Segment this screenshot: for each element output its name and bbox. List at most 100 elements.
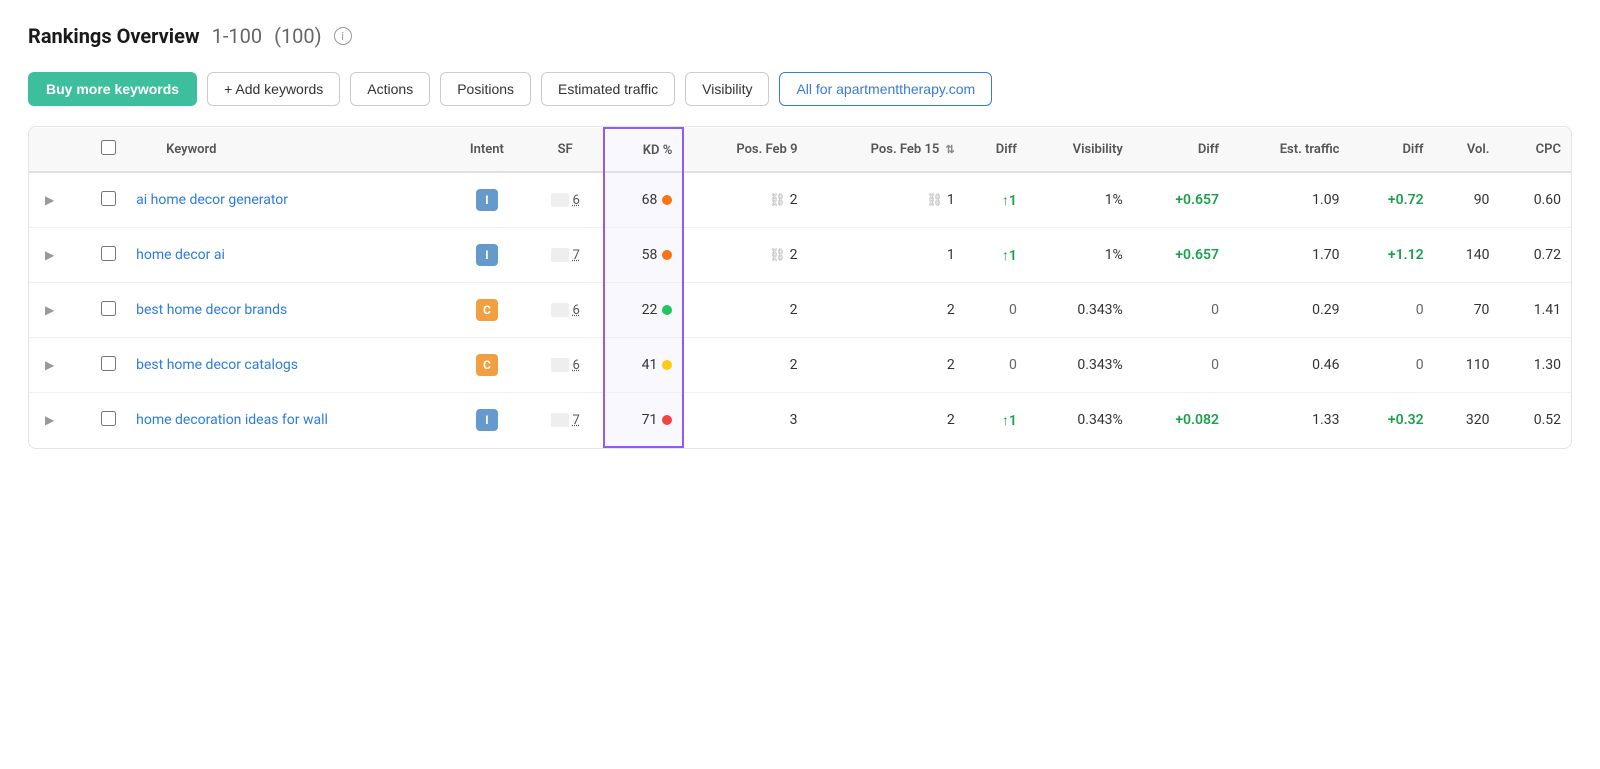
row-est-diff-cell: 0 — [1349, 283, 1433, 338]
col-sf-header: SF — [528, 128, 604, 172]
row-cpc-cell: 1.41 — [1499, 283, 1571, 338]
row-est-diff-cell: +1.12 — [1349, 228, 1433, 283]
row-vol-cell: 70 — [1434, 283, 1500, 338]
row-expander-cell: ▶ — [29, 172, 70, 228]
pos-feb9: 3 — [694, 412, 797, 428]
kd-value: 58 — [642, 247, 658, 263]
pos-feb15-value: 2 — [947, 412, 955, 428]
row-vol-cell: 140 — [1434, 228, 1500, 283]
row-checkbox[interactable] — [101, 301, 116, 316]
row-intent-cell: I — [446, 228, 528, 283]
vis-diff-value: 0 — [1211, 357, 1219, 373]
row-checkbox[interactable] — [101, 191, 116, 206]
kd-value: 41 — [642, 357, 658, 373]
row-expander-icon[interactable]: ▶ — [39, 248, 60, 262]
sort-icon[interactable]: ⇅ — [946, 143, 955, 156]
sf-cell: 6 — [538, 358, 593, 373]
row-pos-feb9-cell: ⛓ 2 — [683, 228, 807, 283]
sf-icon — [551, 193, 569, 207]
sf-icon — [551, 248, 569, 262]
row-checkbox[interactable] — [101, 246, 116, 261]
keyword-link[interactable]: home decor ai — [136, 247, 225, 263]
pos-feb9: ⛓ 2 — [694, 192, 797, 208]
visibility-value: 0.343% — [1077, 412, 1122, 428]
intent-badge: I — [476, 244, 498, 266]
row-checkbox[interactable] — [101, 411, 116, 426]
page-title: Rankings Overview — [28, 24, 200, 48]
row-keyword-cell: home decor ai — [126, 228, 446, 283]
vol-value: 110 — [1466, 357, 1490, 373]
row-expander-cell: ▶ — [29, 283, 70, 338]
kd-cell: 68 — [615, 192, 673, 208]
row-pos-feb9-cell: ⛓ 2 — [683, 172, 807, 228]
row-expander-cell: ▶ — [29, 393, 70, 448]
row-est-diff-cell: +0.32 — [1349, 393, 1433, 448]
pos-diff: ↑1 — [1002, 413, 1017, 429]
sf-number: 6 — [573, 303, 580, 318]
visibility-value: 1% — [1105, 192, 1123, 208]
sf-cell: 6 — [538, 193, 593, 208]
row-intent-cell: I — [446, 393, 528, 448]
row-kd-cell: 68 — [604, 172, 684, 228]
intent-badge: C — [476, 299, 498, 321]
row-pos-feb15-cell: ⛓ 1 — [808, 172, 965, 228]
tab-positions[interactable]: Positions — [440, 72, 531, 106]
sf-icon — [551, 413, 569, 427]
col-est-traffic-header: Est. traffic — [1229, 128, 1349, 172]
row-checkbox-cell — [70, 393, 126, 448]
row-expander-icon[interactable]: ▶ — [39, 358, 60, 372]
rankings-table-container: Keyword Intent SF KD % Pos. Feb 9 Pos. F… — [28, 126, 1572, 449]
row-checkbox[interactable] — [101, 356, 116, 371]
col-pos-feb9-header: Pos. Feb 9 — [683, 128, 807, 172]
pos-feb15: 2 — [818, 412, 955, 428]
vol-value: 140 — [1466, 247, 1490, 263]
row-diff1-cell: ↑1 — [965, 393, 1027, 448]
row-expander-icon[interactable]: ▶ — [39, 193, 60, 207]
est-diff-value: 0 — [1416, 302, 1424, 318]
chain-icon2: ⛓ — [926, 193, 943, 208]
row-checkbox-cell — [70, 283, 126, 338]
buy-keywords-button[interactable]: Buy more keywords — [28, 72, 197, 106]
actions-button[interactable]: Actions — [350, 72, 430, 106]
row-vol-cell: 320 — [1434, 393, 1500, 448]
visibility-value: 1% — [1105, 247, 1123, 263]
row-est-diff-cell: +0.72 — [1349, 172, 1433, 228]
row-est-diff-cell: 0 — [1349, 338, 1433, 393]
vis-diff-value: +0.657 — [1175, 247, 1219, 263]
rankings-table: Keyword Intent SF KD % Pos. Feb 9 Pos. F… — [29, 127, 1571, 448]
col-vis-diff-header: Diff — [1133, 128, 1229, 172]
keyword-link[interactable]: home decoration ideas for wall — [136, 412, 328, 428]
pos-diff: ↑1 — [1002, 193, 1017, 209]
table-row: ▶ home decoration ideas for wall I 7 71 — [29, 393, 1571, 448]
table-row: ▶ home decor ai I 7 58 ⛓ 2 — [29, 228, 1571, 283]
keyword-link[interactable]: ai home decor generator — [136, 192, 288, 208]
row-cpc-cell: 0.52 — [1499, 393, 1571, 448]
tab-domain-filter[interactable]: All for apartmenttherapy.com — [779, 72, 992, 106]
keyword-link[interactable]: best home decor catalogs — [136, 357, 298, 373]
sf-icon — [551, 358, 569, 372]
pos-feb9: 2 — [694, 302, 797, 318]
table-row: ▶ ai home decor generator I 6 68 ⛓ 2 — [29, 172, 1571, 228]
select-all-checkbox[interactable] — [101, 140, 116, 155]
info-icon[interactable]: i — [334, 27, 352, 45]
visibility-value: 0.343% — [1077, 302, 1122, 318]
row-expander-icon[interactable]: ▶ — [39, 303, 60, 317]
keyword-link[interactable]: best home decor brands — [136, 302, 287, 318]
pos-feb9-value: 2 — [790, 357, 798, 373]
row-vis-diff-cell: +0.657 — [1133, 172, 1229, 228]
row-intent-cell: I — [446, 172, 528, 228]
row-est-traffic-cell: 0.29 — [1229, 283, 1349, 338]
pos-feb15: 1 — [818, 247, 955, 263]
tab-estimated-traffic[interactable]: Estimated traffic — [541, 72, 675, 106]
tab-visibility[interactable]: Visibility — [685, 72, 769, 106]
row-expander-icon[interactable]: ▶ — [39, 413, 60, 427]
row-intent-cell: C — [446, 283, 528, 338]
kd-dot — [662, 360, 672, 370]
add-keywords-button[interactable]: + Add keywords — [207, 72, 340, 106]
row-keyword-cell: best home decor catalogs — [126, 338, 446, 393]
row-diff1-cell: ↑1 — [965, 228, 1027, 283]
row-vis-diff-cell: +0.657 — [1133, 228, 1229, 283]
pos-feb15-value: 2 — [947, 357, 955, 373]
pos-diff: 0 — [1009, 357, 1017, 373]
col-vol-header: Vol. — [1434, 128, 1500, 172]
